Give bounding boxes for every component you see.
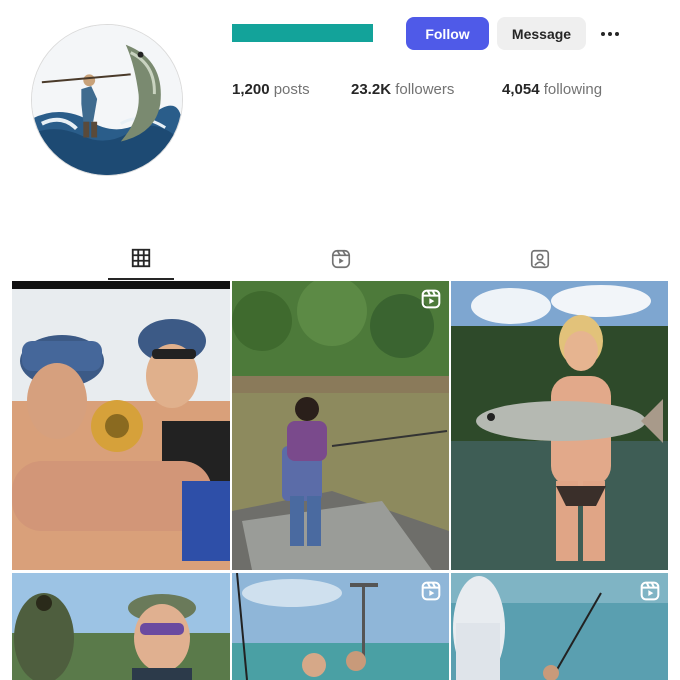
post-thumbnail-4[interactable] (12, 573, 230, 680)
followers-count-value: 23.2K (351, 81, 392, 98)
post-image (232, 573, 449, 680)
post-image (451, 281, 668, 570)
grid-icon (131, 248, 151, 268)
post-thumbnail-3[interactable] (451, 281, 668, 570)
post-thumbnail-2[interactable] (232, 281, 449, 570)
post-image (12, 573, 230, 680)
post-image (12, 281, 230, 570)
following-count-value: 4,054 (502, 81, 540, 98)
posts-count: 1,200 posts (232, 81, 310, 98)
post-thumbnail-1[interactable] (12, 281, 230, 570)
message-button[interactable]: Message (497, 17, 586, 50)
following-count[interactable]: 4,054 following (502, 81, 602, 98)
avatar-illustration (32, 25, 182, 175)
reel-indicator-icon (640, 581, 660, 601)
reels-icon (331, 249, 351, 269)
follow-button[interactable]: Follow (406, 17, 489, 50)
post-thumbnail-6[interactable] (451, 573, 668, 680)
tab-tagged[interactable] (509, 238, 571, 280)
username-redacted (232, 24, 373, 42)
tab-posts[interactable] (108, 238, 174, 280)
post-image (232, 281, 449, 570)
post-thumbnail-5[interactable] (232, 573, 449, 680)
following-count-label: following (543, 81, 603, 98)
posts-count-value: 1,200 (232, 81, 270, 98)
more-options-icon[interactable] (596, 22, 624, 46)
tab-reels[interactable] (310, 238, 372, 280)
reel-indicator-icon (421, 581, 441, 601)
post-image (451, 573, 668, 680)
followers-count-label: followers (395, 81, 455, 98)
profile-avatar[interactable] (31, 24, 183, 176)
tagged-icon (530, 249, 550, 269)
posts-count-label: posts (273, 81, 310, 98)
reel-indicator-icon (421, 289, 441, 309)
followers-count[interactable]: 23.2K followers (351, 81, 454, 98)
